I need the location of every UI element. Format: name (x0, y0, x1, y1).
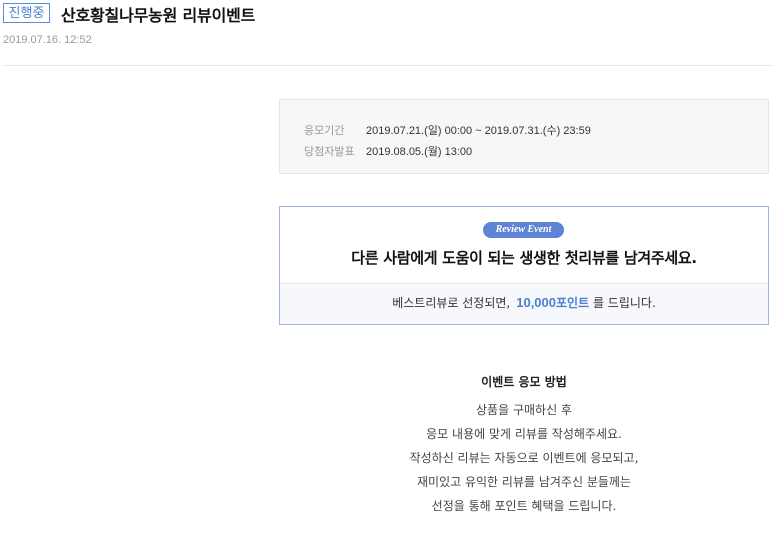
header-divider (3, 65, 773, 66)
reward-prefix: 베스트리뷰로 선정되면, (392, 296, 511, 310)
announce-row: 당첨자발표 2019.08.05.(월) 13:00 (304, 143, 472, 159)
how-to-title: 이벤트 응모 방법 (481, 375, 567, 389)
how-to-line: 상품을 구매하신 후 (476, 403, 572, 417)
apply-period-value: 2019.07.21.(일) 00:00 ~ 2019.07.31.(수) 23… (366, 125, 591, 137)
announce-value: 2019.08.05.(월) 13:00 (366, 146, 473, 158)
status-badge: 진행중 (3, 3, 50, 23)
posted-date: 2019.07.16. 12:52 (3, 34, 92, 46)
reward-suffix: 를 드립니다. (592, 296, 656, 310)
page-title: 산호황칠나무농원 리뷰이벤트 (61, 6, 256, 25)
reward-points: 10,000포인트 (516, 295, 590, 310)
review-event-tag: Review Event (483, 222, 564, 238)
reward-points-unit: 포인트 (556, 296, 590, 310)
announce-label: 당첨자발표 (304, 145, 355, 158)
apply-period-label: 응모기간 (304, 124, 345, 137)
review-event-banner: Review Event 다른 사람에게 도움이 되는 생생한 첫리뷰를 남겨주… (279, 206, 769, 325)
how-to-line: 응모 내용에 맞게 리뷰를 작성해주세요. (426, 427, 622, 441)
apply-period-row: 응모기간 2019.07.21.(일) 00:00 ~ 2019.07.31.(수… (304, 122, 591, 138)
how-to-line: 선정을 통해 포인트 혜택을 드립니다. (431, 499, 617, 513)
how-to-line: 재미있고 유익한 리뷰를 남겨주신 분들께는 (417, 475, 631, 489)
event-period-box: 응모기간 2019.07.21.(일) 00:00 ~ 2019.07.31.(수… (279, 99, 769, 174)
how-to-description: 상품을 구매하신 후 응모 내용에 맞게 리뷰를 작성해주세요. 작성하신 리뷰… (279, 400, 769, 520)
event-headline: 다른 사람에게 도움이 되는 생생한 첫리뷰를 남겨주세요. (351, 249, 697, 267)
event-reward-footer: 베스트리뷰로 선정되면, 10,000포인트 를 드립니다. (280, 283, 768, 324)
reward-points-amount: 10,000 (516, 295, 556, 310)
how-to-line: 작성하신 리뷰는 자동으로 이벤트에 응모되고, (409, 451, 639, 465)
